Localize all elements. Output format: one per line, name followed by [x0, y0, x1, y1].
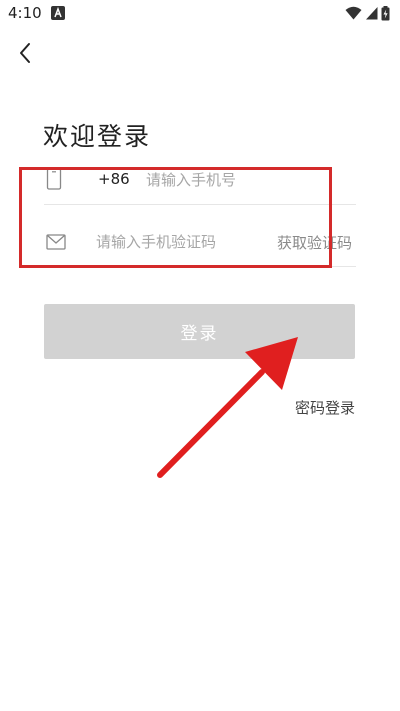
code-input[interactable]	[96, 228, 266, 256]
back-button[interactable]	[14, 40, 38, 66]
phone-row: +86	[44, 160, 356, 200]
password-login-link[interactable]: 密码登录	[295, 397, 355, 418]
code-divider	[44, 266, 356, 267]
status-time: 4:10	[8, 4, 42, 22]
signal-icon	[366, 7, 378, 20]
page-title: 欢迎登录	[43, 121, 152, 151]
code-row: 获取验证码	[44, 222, 356, 262]
notification-icon	[51, 6, 65, 20]
chevron-left-icon	[20, 43, 30, 63]
phone-input[interactable]	[146, 166, 346, 194]
battery-icon	[381, 5, 390, 20]
country-code[interactable]: +86	[98, 170, 130, 188]
get-code-button[interactable]: 获取验证码	[277, 232, 352, 253]
mail-icon	[46, 234, 66, 250]
wifi-icon	[345, 6, 362, 20]
status-icons	[345, 5, 390, 21]
status-bar: 4:10	[0, 0, 400, 28]
phone-icon	[46, 168, 62, 190]
login-button[interactable]: 登录	[44, 304, 355, 359]
phone-divider	[44, 204, 356, 205]
